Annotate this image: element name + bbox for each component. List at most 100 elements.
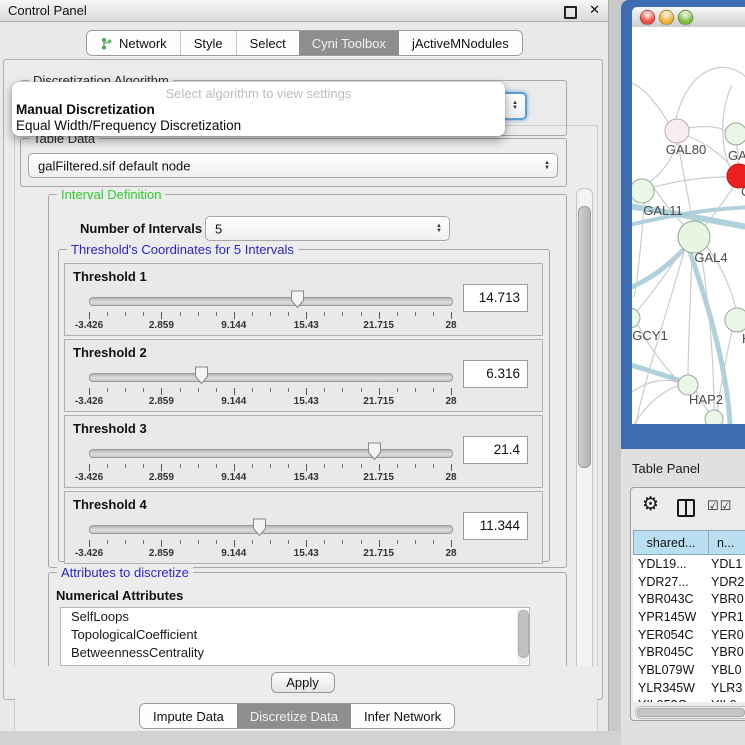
column-header-shared[interactable]: shared... [633,530,709,555]
threshold-slider[interactable] [89,290,451,310]
tick-mark [379,388,380,395]
cell-name[interactable]: YIL0 [708,698,745,702]
table-row[interactable]: YER054CYER0 [633,626,745,644]
network-graph[interactable]: GAL80GACGAL11GAL4GCY1HHAP2 [632,27,745,424]
close-icon[interactable]: ✕ [589,2,600,18]
slider-handle[interactable] [367,442,382,461]
table-row[interactable]: YBR043CYBR0 [633,590,745,608]
slider-track[interactable] [89,525,453,534]
tick-label: -3.426 [75,396,103,407]
cell-shared-name[interactable]: YDR27... [633,575,708,589]
numerical-attributes-list[interactable]: SelfLoopsTopologicalCoefficientBetweenne… [60,607,530,666]
slider-handle[interactable] [252,518,267,537]
float-window-icon[interactable] [564,6,577,19]
table-row[interactable]: YDR27...YDR2 [633,573,745,591]
attribute-item-topologicalcoefficient[interactable]: TopologicalCoefficient [61,626,529,644]
threshold-slider[interactable] [89,366,451,386]
tab-jactivemnodules[interactable]: jActiveMNodules [399,31,522,55]
network-node-ga[interactable] [725,123,745,145]
table-row[interactable]: YIL052CYIL0 [633,697,745,703]
tick-label: 21.715 [363,472,394,483]
table-row[interactable]: YPR145WYPR1 [633,608,745,626]
cell-name[interactable]: YDR2 [708,575,745,589]
slider-track[interactable] [89,297,453,306]
cell-shared-name[interactable]: YBR045C [633,645,708,659]
number-of-intervals-combobox[interactable]: 5 ▲▼ [205,216,450,241]
slider-ticks [89,312,451,320]
table-data-combobox[interactable]: galFiltered.sif default node ▲▼ [28,153,558,178]
cell-name[interactable]: YER0 [708,628,745,642]
tab-infer-network[interactable]: Infer Network [351,704,454,728]
column-header-name[interactable]: n... [709,530,745,555]
slider-handle[interactable] [290,290,305,309]
scrollbar-thumb[interactable] [637,708,745,717]
tick-mark [107,312,108,316]
tick-mark [342,312,343,316]
cell-shared-name[interactable]: YBR043C [633,592,708,606]
slider-track[interactable] [89,449,453,458]
network-canvas[interactable]: GAL80GACGAL11GAL4GCY1HHAP2 [632,27,745,424]
gear-icon[interactable]: ⚙ [642,493,659,516]
mac-minimize-button[interactable] [659,10,674,25]
checkboxes-icon[interactable]: ☑☑ [707,498,732,514]
table-row[interactable]: YBR045CYBR0 [633,643,745,661]
attribute-item-betweennesscentrality[interactable]: BetweennessCentrality [61,644,529,662]
threshold-value-field[interactable]: 14.713 [463,284,528,312]
cell-shared-name[interactable]: YLR345W [633,681,708,695]
threshold-value-field[interactable]: 11.344 [463,512,528,540]
table-horizontal-scrollbar[interactable] [635,706,745,719]
attributes-list-scrollbar[interactable] [517,609,528,664]
network-node-h[interactable] [725,308,745,332]
threshold-value-field[interactable]: 6.316 [463,360,528,388]
tab-discretize-data[interactable]: Discretize Data [237,704,351,728]
network-edge [676,67,745,119]
slider-handle[interactable] [194,366,209,385]
cell-shared-name[interactable]: YIL052C [633,698,708,702]
cell-name[interactable]: YBR0 [708,592,745,606]
table-row[interactable]: YLR345WYLR3 [633,679,745,697]
tab-select[interactable]: Select [236,31,299,55]
mac-zoom-button[interactable] [678,10,693,25]
network-node-gal11[interactable] [632,179,654,203]
combo-spinner-icon: ▲▼ [512,101,518,111]
tick-mark [361,540,362,544]
threshold-slider[interactable] [89,518,451,538]
cell-name[interactable]: YPR1 [708,610,745,624]
network-node-gal4[interactable] [678,221,710,253]
network-node[interactable] [705,410,723,424]
cell-name[interactable]: YBL0 [708,663,745,677]
cell-shared-name[interactable]: YER054C [633,628,708,642]
columns-icon[interactable] [677,499,695,517]
threshold-value-field[interactable]: 21.4 [463,436,528,464]
tick-mark [143,540,144,544]
slider-tick-labels: -3.4262.8599.14415.4321.71528 [89,396,451,408]
network-node-gal80[interactable] [665,119,689,143]
algorithm-option-equal-width[interactable]: Equal Width/Frequency Discretization [16,118,241,133]
slider-track[interactable] [89,373,453,382]
cell-name[interactable]: YDL1 [708,557,745,571]
cell-name[interactable]: YLR3 [708,681,745,695]
mac-close-button[interactable] [640,10,655,25]
scrollbar-thumb[interactable] [578,206,591,468]
cell-shared-name[interactable]: YPR145W [633,610,708,624]
panel-vertical-scrollbar[interactable] [576,188,593,695]
table-row[interactable]: YDL19...YDL1 [633,555,745,573]
tick-label: 9.144 [221,320,246,331]
tick-mark [270,388,271,392]
tick-mark [324,388,325,392]
apply-button[interactable]: Apply [271,672,335,693]
cell-name[interactable]: YBR0 [708,645,745,659]
tab-style[interactable]: Style [180,31,236,55]
table-row[interactable]: YBL079WYBL0 [633,661,745,679]
tab-network[interactable]: Network [87,31,180,55]
algorithm-option-manual[interactable]: Manual Discretization [16,102,155,117]
tab-impute-data[interactable]: Impute Data [140,704,237,728]
threshold-slider[interactable] [89,442,451,462]
tab-cyni-toolbox[interactable]: Cyni Toolbox [299,31,399,55]
network-node-gcy1[interactable] [632,308,640,328]
cell-shared-name[interactable]: YBL079W [633,663,708,677]
scrollbar-thumb[interactable] [518,610,529,658]
cell-shared-name[interactable]: YDL19... [633,557,708,571]
attribute-item-selfloops[interactable]: SelfLoops [61,608,529,626]
network-edge [654,177,728,187]
